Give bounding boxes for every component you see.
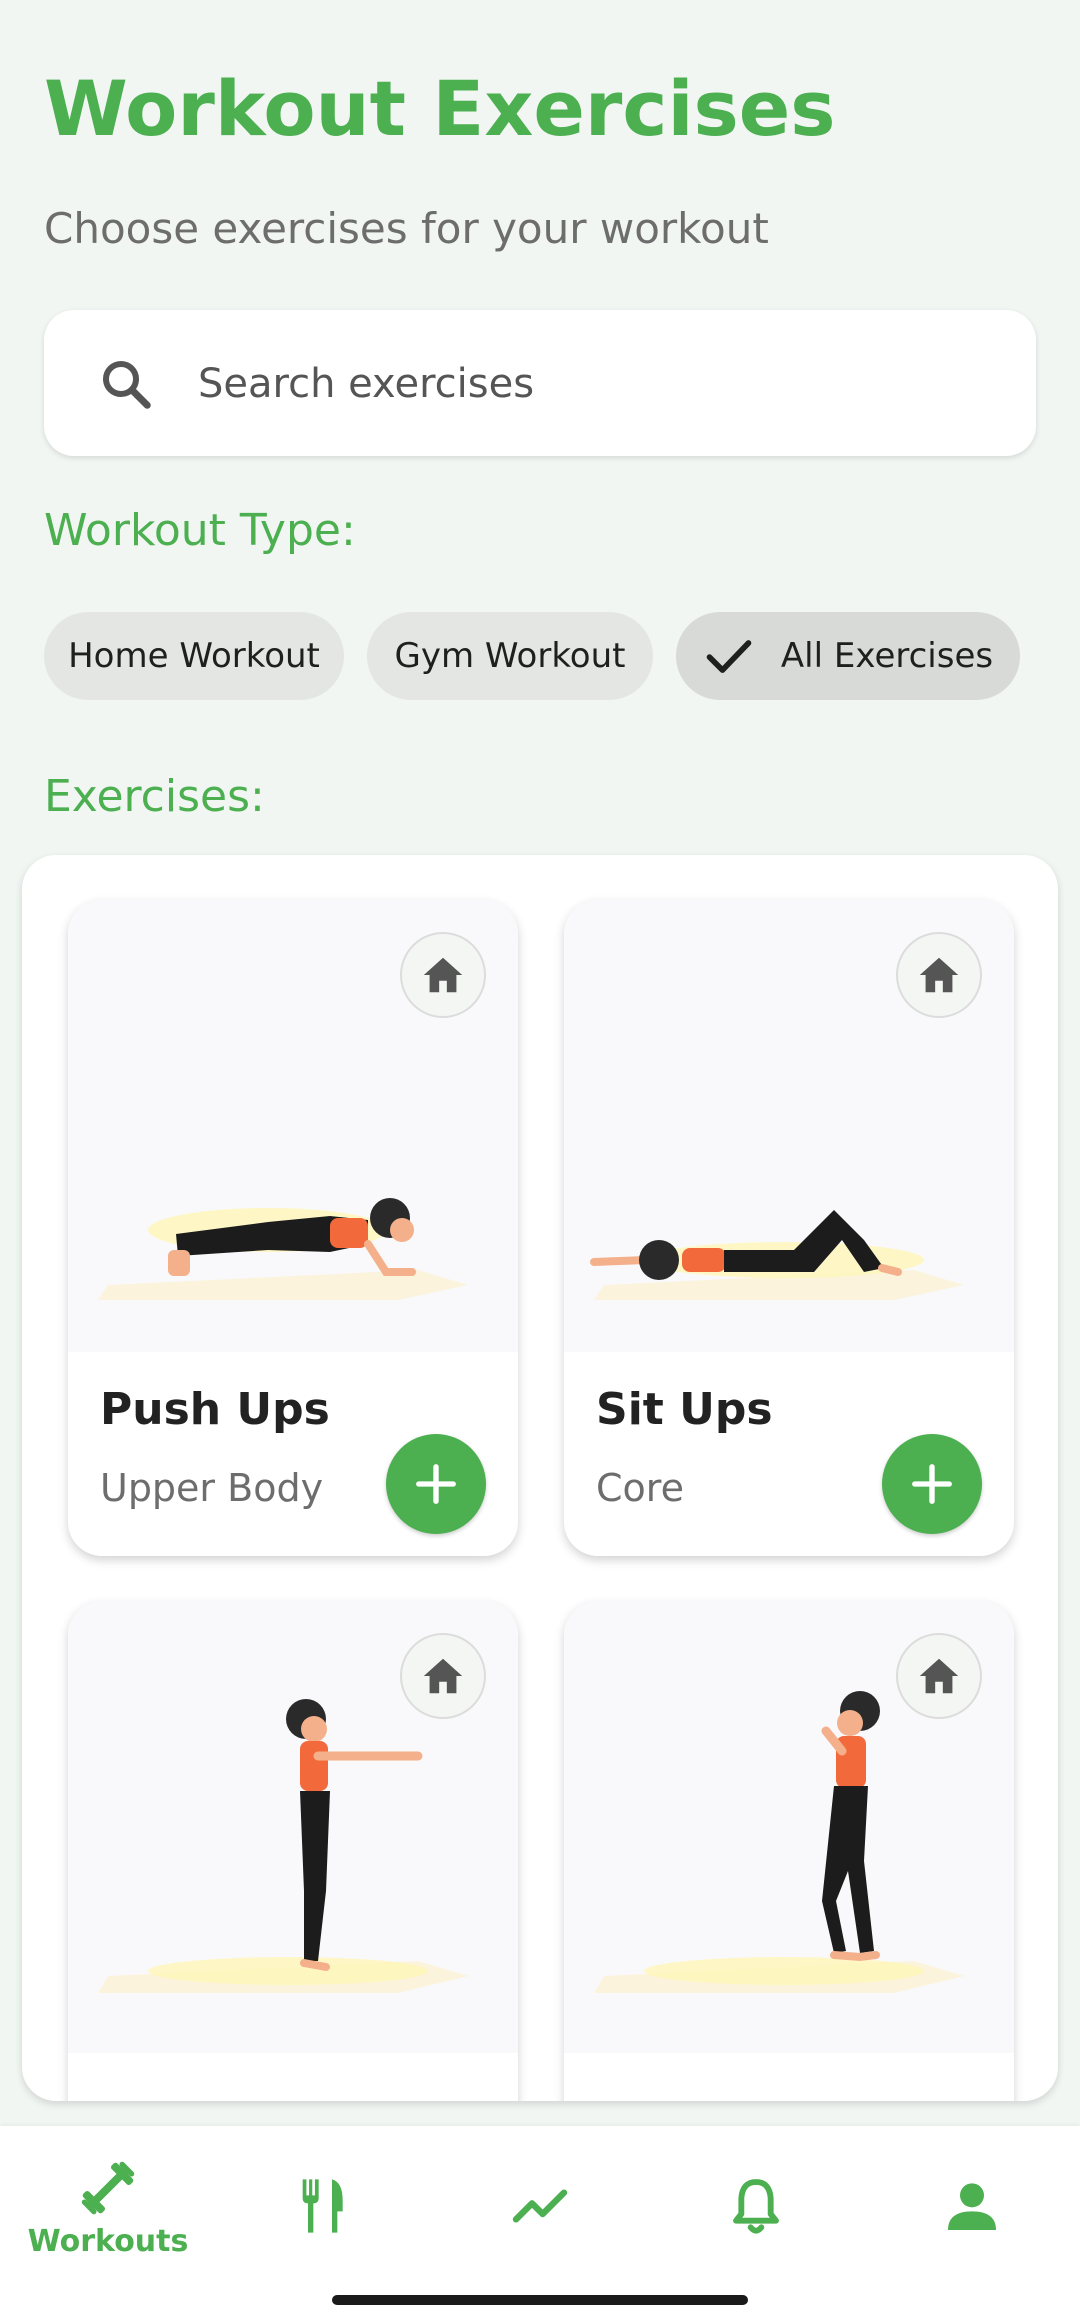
exercise-category: Core — [596, 1466, 684, 1510]
home-icon — [919, 1658, 959, 1694]
check-icon — [706, 640, 752, 673]
exercise-name: Sit Ups — [596, 1384, 773, 1435]
chip-label: All Exercises — [780, 636, 994, 676]
chip-all-exercises[interactable]: All Exercises — [676, 612, 1020, 700]
page-subtitle: Choose exercises for your workout — [44, 204, 769, 253]
nav-label: Workouts — [27, 2224, 189, 2259]
chip-gym-workout[interactable]: Gym Workout — [367, 612, 653, 700]
plus-icon — [416, 1464, 456, 1504]
search-bar[interactable] — [44, 310, 1036, 456]
fork-knife-icon — [302, 2179, 343, 2233]
nav-item-profile[interactable] — [864, 2174, 1080, 2284]
home-workout-badge — [896, 932, 982, 1018]
chip-label: Home Workout — [68, 636, 320, 676]
nav-item-progress[interactable] — [432, 2174, 648, 2284]
home-workout-badge — [896, 1633, 982, 1719]
home-icon — [423, 1658, 463, 1694]
page-title: Workout Exercises — [44, 64, 836, 153]
home-indicator[interactable] — [332, 2295, 748, 2305]
home-icon — [919, 957, 959, 993]
exercise-card[interactable] — [68, 1601, 518, 2101]
exercise-card[interactable]: Push Ups Upper Body — [68, 900, 518, 1556]
person-icon — [948, 2183, 996, 2230]
workout-type-label: Workout Type: — [44, 505, 356, 556]
search-icon — [103, 361, 151, 409]
bottom-navigation: Workouts — [0, 2126, 1080, 2323]
exercise-category: Upper Body — [100, 1466, 324, 1510]
plus-icon — [912, 1464, 952, 1504]
nav-item-workouts[interactable]: Workouts — [0, 2156, 216, 2266]
home-workout-badge — [400, 932, 486, 1018]
home-icon — [423, 957, 463, 993]
chip-home-workout[interactable]: Home Workout — [44, 612, 344, 700]
trending-up-icon — [512, 2189, 568, 2223]
exercise-name: Push Ups — [100, 1384, 330, 1435]
home-workout-badge — [400, 1633, 486, 1719]
chip-label: Gym Workout — [394, 636, 626, 676]
search-input[interactable] — [196, 340, 1000, 428]
exercise-grid: Push Ups Upper Body Sit Ups Core — [22, 855, 1058, 2101]
dumbbell-icon — [81, 2161, 135, 2215]
exercises-label: Exercises: — [44, 771, 265, 822]
nav-item-nutrition[interactable] — [216, 2174, 432, 2284]
add-exercise-button[interactable] — [386, 1434, 486, 1534]
bell-icon — [733, 2179, 779, 2234]
nav-item-reminders[interactable] — [648, 2174, 864, 2284]
exercise-card[interactable] — [564, 1601, 1014, 2101]
exercise-card[interactable]: Sit Ups Core — [564, 900, 1014, 1556]
add-exercise-button[interactable] — [882, 1434, 982, 1534]
